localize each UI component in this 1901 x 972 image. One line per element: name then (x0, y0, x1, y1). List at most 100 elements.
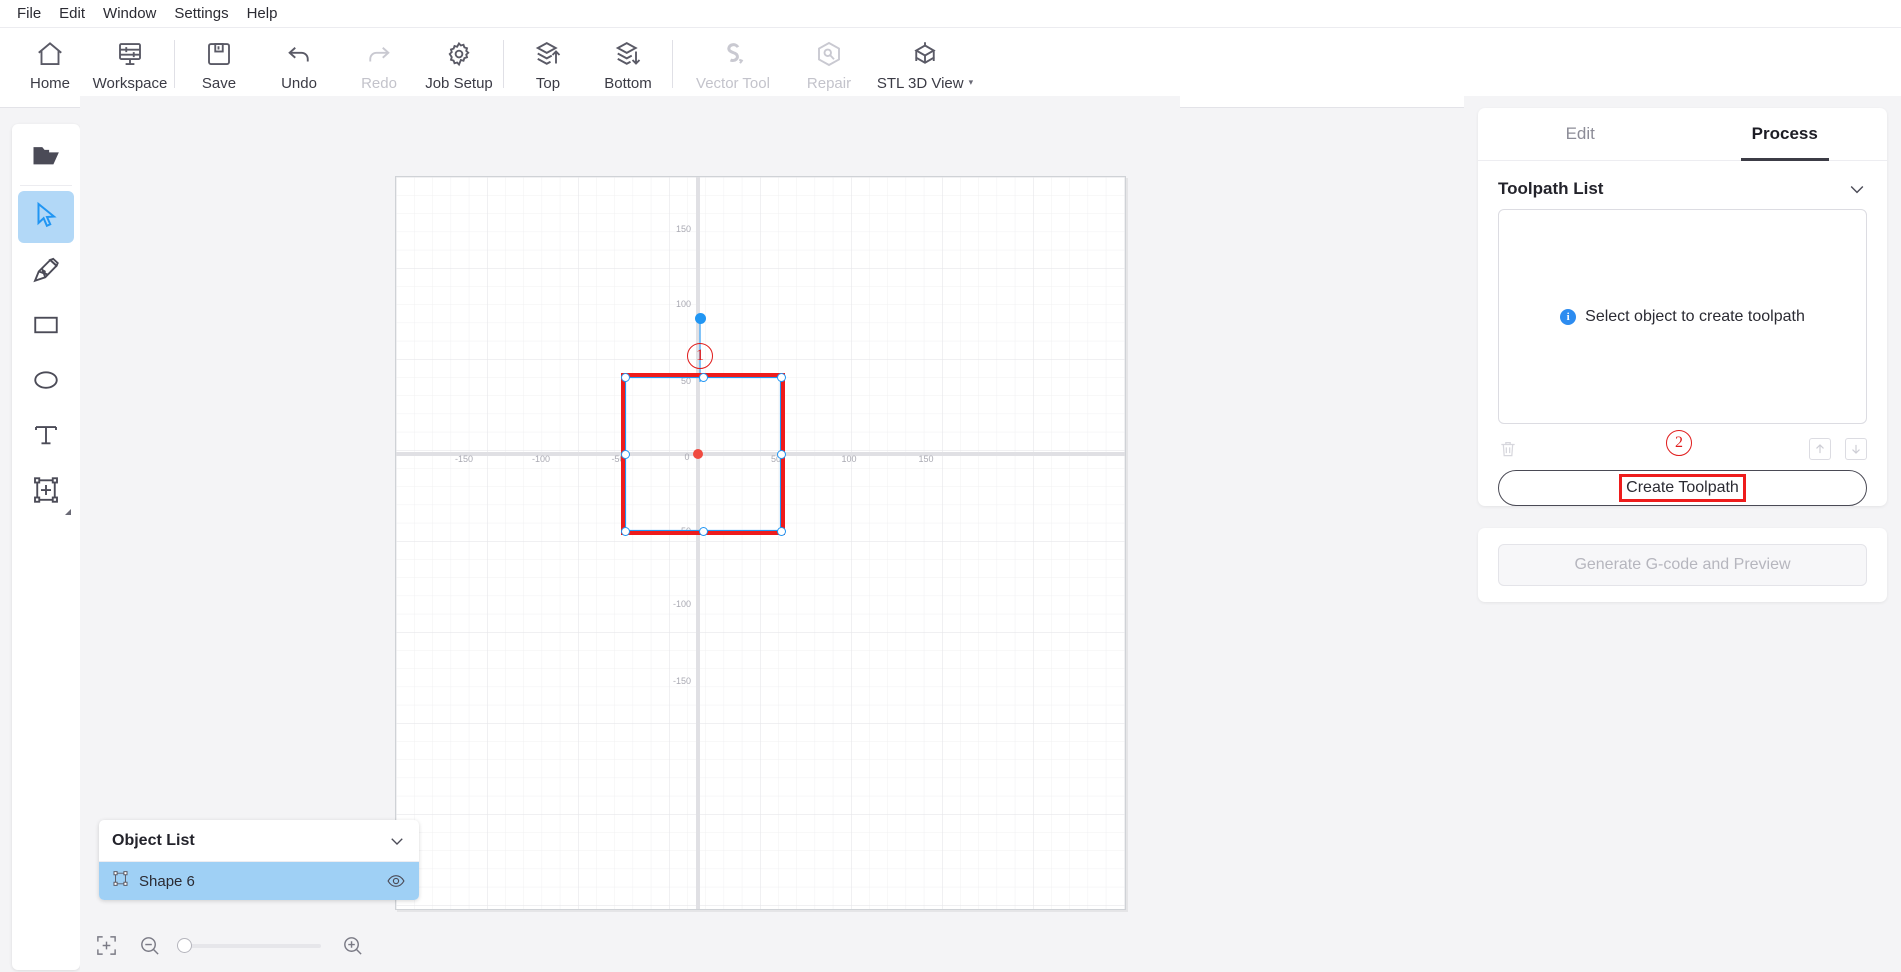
resize-handle-bottom-center[interactable] (698, 526, 708, 536)
resize-handle-top-right[interactable] (776, 372, 786, 382)
toolpath-list-header[interactable]: Toolpath List (1478, 161, 1887, 209)
tool-rectangle[interactable] (18, 301, 74, 353)
toolbar-button-home[interactable]: Home (10, 28, 90, 102)
undo-icon (284, 35, 314, 73)
resize-handle-top-center[interactable] (698, 372, 708, 382)
toolbar-label-workspace: Workspace (92, 75, 168, 92)
tool-insert-object[interactable] (18, 466, 74, 518)
object-list-header[interactable]: Object List (99, 820, 419, 862)
arrow-down-icon[interactable] (1845, 438, 1867, 460)
toolpath-empty-message: Select object to create toolpath (1585, 307, 1805, 325)
resize-handle-middle-right[interactable] (776, 449, 786, 459)
x-tick-label: 150 (918, 454, 933, 464)
toolbar-label-redo: Redo (361, 75, 397, 92)
resize-handle-bottom-left[interactable] (620, 526, 630, 536)
toolbar-label-job-setup: Job Setup (425, 75, 493, 92)
object-list-panel: Object List Shape 6 (99, 820, 419, 900)
toolbar-separator (503, 40, 504, 88)
toolbar-button-bottom[interactable]: Bottom (588, 28, 668, 102)
toolbar-button-job-setup[interactable]: Job Setup (419, 28, 499, 102)
toolbar-label-repair: Repair (806, 75, 852, 92)
tool-divider (20, 185, 72, 186)
vector-tool-icon (718, 35, 748, 73)
toolpath-list-box[interactable]: i Select object to create toolpath (1498, 209, 1867, 424)
cursor-arrow-icon (31, 200, 61, 235)
generate-card: Generate G-code and Preview (1478, 528, 1887, 602)
left-tool-rail (12, 124, 80, 970)
menu-item-edit[interactable]: Edit (50, 2, 94, 26)
toolbar-button-save[interactable]: Save (179, 28, 259, 102)
chevron-down-icon[interactable] (1847, 179, 1867, 199)
y-tick-label: -100 (673, 599, 691, 609)
resize-handle-middle-left[interactable] (620, 449, 630, 459)
chevron-down-icon[interactable]: ▾ (969, 77, 974, 88)
toolpath-list-title: Toolpath List (1498, 179, 1604, 198)
toolbar-label-top: Top (535, 75, 561, 92)
insert-frame-icon (31, 475, 61, 510)
object-list-item-shape-6[interactable]: Shape 6 (99, 862, 419, 900)
generate-gcode-button[interactable]: Generate G-code and Preview (1498, 544, 1867, 586)
zoom-out-icon[interactable] (138, 934, 161, 957)
toolbar-button-redo[interactable]: Redo (339, 28, 419, 102)
menu-item-window[interactable]: Window (94, 2, 165, 26)
application-window: File Edit Window Settings Help Home Work… (0, 0, 1901, 972)
toolbar-button-stl-3d-view[interactable]: STL 3D View ▾ (869, 28, 981, 102)
tool-open-file[interactable] (18, 131, 74, 183)
resize-handle-top-left[interactable] (620, 372, 630, 382)
work-area[interactable]: -150 -100 -50 0 50 100 150 150 100 50 -5… (395, 176, 1126, 910)
arrow-up-icon[interactable] (1809, 438, 1831, 460)
tool-select[interactable] (18, 191, 74, 243)
x-tick-label: 100 (841, 454, 856, 464)
annotation-marker-1: 1 (687, 343, 713, 369)
trash-icon[interactable] (1498, 439, 1518, 459)
toolbar-label-home: Home (29, 75, 70, 92)
action-row-spacer: 2 (1518, 430, 1795, 462)
cube-3d-icon (910, 35, 940, 73)
annotation-marker-2: 2 (1666, 430, 1692, 456)
x-tick-label: -100 (532, 454, 550, 464)
grid-svg: -150 -100 -50 0 50 100 150 150 100 50 -5… (396, 177, 1125, 909)
y-tick-label: 100 (676, 299, 691, 309)
chevron-down-icon[interactable] (388, 832, 406, 850)
tool-ellipse[interactable] (18, 356, 74, 408)
zoom-slider[interactable] (177, 937, 321, 955)
ellipse-icon (31, 365, 61, 400)
process-card: Edit Process Toolpath List i Select obje… (1478, 108, 1887, 506)
info-icon: i (1560, 308, 1577, 325)
menu-bar: File Edit Window Settings Help (0, 0, 1901, 28)
zoom-in-icon[interactable] (341, 934, 364, 957)
toolbar-button-top[interactable]: Top (508, 28, 588, 102)
zoom-controls (95, 934, 364, 957)
zoom-slider-track (181, 943, 321, 948)
origin-marker[interactable] (693, 449, 703, 459)
panel-tabs: Edit Process (1478, 108, 1887, 161)
toolbar-button-repair[interactable]: Repair (789, 28, 869, 102)
tab-edit[interactable]: Edit (1478, 108, 1683, 160)
toolbar-separator (672, 40, 673, 88)
workspace-icon (115, 35, 145, 73)
highlight-box-shape (621, 373, 785, 535)
tab-process[interactable]: Process (1683, 108, 1888, 160)
menu-item-help[interactable]: Help (238, 2, 287, 26)
menu-item-settings[interactable]: Settings (165, 2, 237, 26)
object-list-item-label: Shape 6 (139, 872, 195, 890)
resize-handle-bottom-right[interactable] (776, 526, 786, 536)
toolbar-button-workspace[interactable]: Workspace (90, 28, 170, 102)
tool-pen[interactable] (18, 246, 74, 298)
layers-up-icon (533, 35, 563, 73)
fit-to-screen-icon[interactable] (95, 934, 118, 957)
tool-text[interactable] (18, 411, 74, 463)
toolbar-separator (174, 40, 175, 88)
create-toolpath-button[interactable]: Create Toolpath (1498, 470, 1867, 506)
toolbar-button-undo[interactable]: Undo (259, 28, 339, 102)
right-panel: Edit Process Toolpath List i Select obje… (1464, 96, 1901, 972)
menu-item-file[interactable]: File (8, 2, 50, 26)
zoom-slider-knob[interactable] (177, 938, 192, 953)
toolpath-empty-state: i Select object to create toolpath (1560, 308, 1805, 326)
pen-nib-icon (31, 255, 61, 290)
eye-icon[interactable] (386, 871, 406, 891)
rotation-handle[interactable] (694, 312, 706, 324)
rectangle-icon (31, 310, 61, 345)
tool-expand-indicator[interactable] (65, 509, 71, 515)
toolbar-button-vector-tool[interactable]: Vector Tool (677, 28, 789, 102)
